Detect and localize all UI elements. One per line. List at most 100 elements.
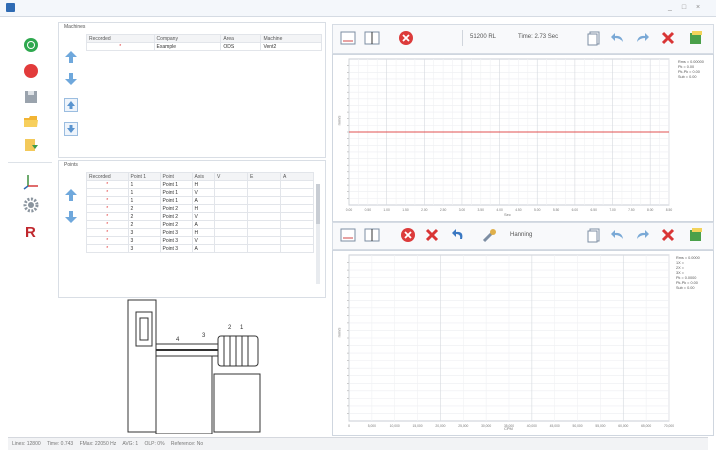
table-row[interactable]: * 2 Point 2V: [86, 212, 314, 221]
table-row[interactable]: * 2 Point 2H: [86, 204, 314, 213]
table-row[interactable]: * 1 Point 1A: [86, 196, 314, 205]
clear-icon[interactable]: [660, 30, 676, 46]
a-cell: [280, 204, 314, 213]
col-point[interactable]: Point: [159, 172, 193, 181]
spectrum-chart[interactable]: 0 5,000 10,000 15,000 20,000 25,000 30,000 35,0…: [332, 250, 714, 436]
waveform-chart[interactable]: 0.00 0.50 1.00 1.50 2.00 2.50 3.00 3.50 4.00 4.50…: [332, 54, 714, 222]
save-icon[interactable]: [22, 88, 40, 106]
minimize-button[interactable]: _: [664, 3, 676, 12]
close-window-button[interactable]: ×: [692, 3, 704, 12]
undo-icon[interactable]: [610, 30, 626, 46]
toolbar-divider: [8, 162, 52, 163]
point-name-cell: Point 2: [159, 212, 193, 221]
waveform-xlabel: Sec: [504, 212, 511, 217]
col-area[interactable]: Area: [220, 34, 262, 43]
open-folder-icon[interactable]: [22, 112, 40, 130]
x-tick-label: 7.50: [628, 208, 635, 212]
arrow-down-icon[interactable]: [64, 72, 78, 86]
axes-icon[interactable]: [22, 172, 40, 190]
x-tick-label: 5.50: [553, 208, 560, 212]
export-chart-icon[interactable]: [688, 30, 704, 46]
waveform-legend: Rms = 0.00000 Pk = 0.00 Pk-Pk = 0.00 Sub…: [678, 60, 710, 80]
table-row[interactable]: * 3 Point 3A: [86, 244, 314, 253]
copy-icon[interactable]: [586, 30, 602, 46]
v-cell: [214, 180, 248, 189]
spectrum-plot: 0 5,000 10,000 15,000 20,000 25,000 30,000 35,0…: [347, 254, 674, 428]
point-name-cell: Point 3: [159, 236, 193, 245]
a-cell: [280, 228, 314, 237]
v-cell: [214, 228, 248, 237]
x-tick-label: 2.00: [421, 208, 428, 212]
recorded-flag: *: [86, 236, 129, 245]
e-cell: [247, 212, 281, 221]
e-cell: [247, 220, 281, 229]
clear-icon-2[interactable]: [660, 227, 676, 243]
col-recorded[interactable]: Recorded: [86, 172, 129, 181]
point-down-icon[interactable]: [64, 210, 78, 224]
a-cell: [280, 244, 314, 253]
r-icon[interactable]: R: [25, 224, 39, 241]
points-table: Recorded Point 1 Point Axis V E A * 1 Poin…: [86, 172, 314, 253]
undo-icon-2[interactable]: [610, 227, 626, 243]
redo-icon-2[interactable]: [634, 227, 650, 243]
legend-sub: Sub = 0.00: [678, 75, 697, 79]
col-machine[interactable]: Machine: [260, 34, 322, 43]
machine-cell: Vent2: [260, 42, 322, 51]
table-row[interactable]: * Example ODS Vent2: [86, 42, 322, 51]
legend-sub: Sub = 0.00: [676, 286, 695, 290]
redo-icon[interactable]: [634, 30, 650, 46]
point-name-cell: Point 3: [159, 244, 193, 253]
x-tick-label: 0.50: [365, 208, 372, 212]
col-point-num[interactable]: Point 1: [127, 172, 161, 181]
reset-icon[interactable]: [450, 227, 466, 243]
maximize-button[interactable]: □: [678, 3, 690, 12]
app-icon: [6, 3, 15, 12]
tools-icon[interactable]: [482, 227, 498, 243]
col-axis[interactable]: Axis: [191, 172, 215, 181]
x-tick-label: 4.00: [496, 208, 503, 212]
e-cell: [247, 204, 281, 213]
lines-selector[interactable]: 51200 RL: [470, 34, 496, 40]
delete-circle-icon[interactable]: [398, 30, 414, 46]
point-number-cell: 3: [127, 236, 161, 245]
table-row[interactable]: * 3 Point 3H: [86, 228, 314, 237]
close-red-icon[interactable]: [424, 227, 440, 243]
gear-icon[interactable]: [22, 196, 40, 214]
move-bottom-icon[interactable]: [64, 122, 78, 136]
points-scrollbar[interactable]: [316, 184, 320, 284]
scroll-thumb[interactable]: [316, 184, 320, 224]
x-tick-label: 8.50: [666, 208, 673, 212]
export-icon[interactable]: [22, 136, 40, 154]
col-company[interactable]: Company: [153, 34, 222, 43]
copy-icon-2[interactable]: [586, 227, 602, 243]
window-selector[interactable]: Hanning: [510, 232, 532, 238]
recorded-flag: *: [86, 204, 129, 213]
table-row[interactable]: * 1 Point 1H: [86, 180, 314, 189]
stop-icon[interactable]: [22, 62, 40, 80]
move-top-icon[interactable]: [64, 98, 78, 112]
table-row[interactable]: * 1 Point 1V: [86, 188, 314, 197]
x-tick-label: 6.00: [572, 208, 579, 212]
chart-view-icon[interactable]: [340, 30, 356, 46]
chart-view-icon-2[interactable]: [340, 227, 356, 243]
point-label-4: 4: [176, 337, 180, 343]
col-recorded[interactable]: Recorded: [86, 34, 155, 43]
axis-cell: H: [191, 228, 215, 237]
point-up-icon[interactable]: [64, 188, 78, 202]
table-row[interactable]: * 2 Point 2A: [86, 220, 314, 229]
cursor-icon-2[interactable]: [364, 227, 380, 243]
axis-cell: A: [191, 196, 215, 205]
point-number-cell: 3: [127, 228, 161, 237]
col-v[interactable]: V: [214, 172, 248, 181]
point-name-cell: Point 1: [159, 188, 193, 197]
cursor-icon[interactable]: [364, 30, 380, 46]
col-e[interactable]: E: [247, 172, 281, 181]
delete-circle-icon-2[interactable]: [400, 227, 416, 243]
arrow-up-icon[interactable]: [64, 50, 78, 64]
v-cell: [214, 204, 248, 213]
record-icon[interactable]: [22, 36, 40, 54]
e-cell: [247, 236, 281, 245]
export-chart-icon-2[interactable]: [688, 227, 704, 243]
table-row[interactable]: * 3 Point 3V: [86, 236, 314, 245]
col-a[interactable]: A: [280, 172, 314, 181]
